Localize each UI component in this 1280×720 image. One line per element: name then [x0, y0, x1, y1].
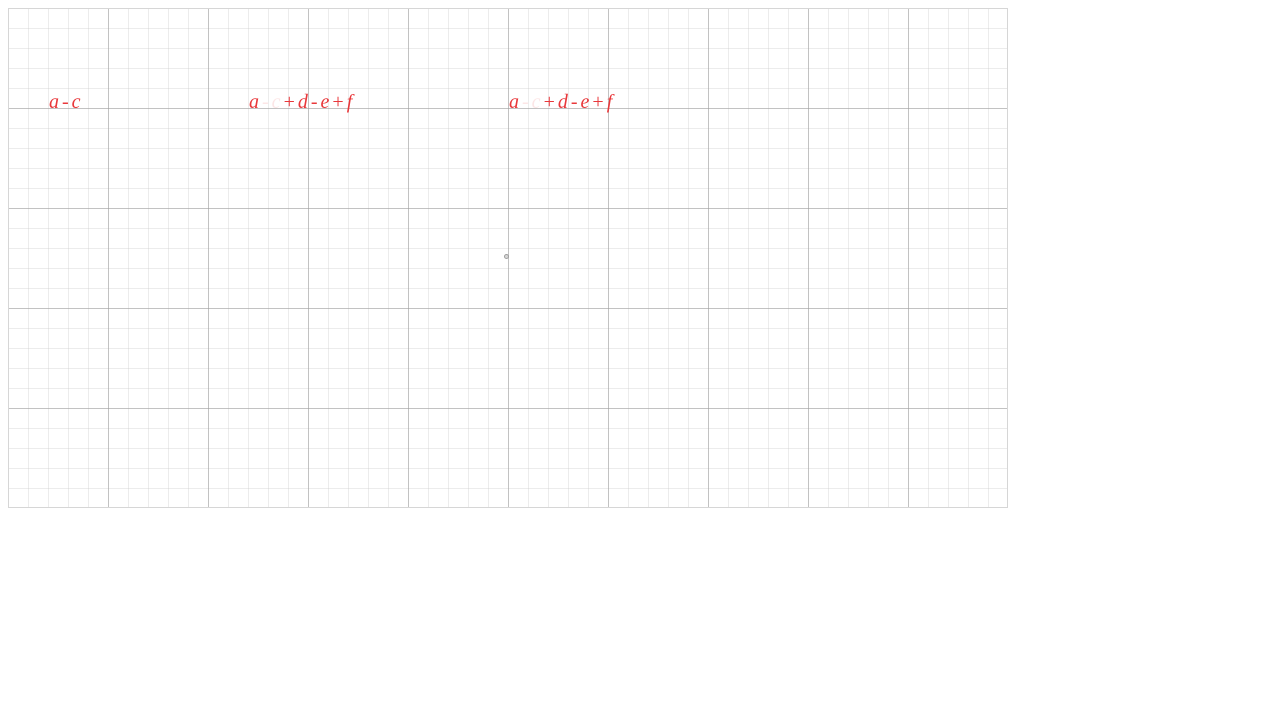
expression-operator: -: [522, 91, 529, 113]
expression-2[interactable]: a - c + d - e + f: [249, 90, 352, 114]
expression-variable: c: [71, 91, 81, 113]
center-point[interactable]: [504, 254, 509, 259]
expression-variable: c: [531, 91, 541, 113]
expression-operator: -: [310, 91, 318, 113]
expression-variable: a: [509, 91, 519, 113]
expression-operator: +: [592, 91, 604, 113]
expression-operator: -: [262, 91, 269, 113]
expression-variable: f: [346, 91, 353, 113]
grid-canvas[interactable]: a-c a - c + d - e + f a - c + d - e + f: [8, 8, 1008, 508]
expression-1[interactable]: a-c: [49, 90, 81, 114]
expression-variable: d: [297, 91, 308, 113]
expression-operator: -: [570, 91, 578, 113]
expression-operator: +: [543, 91, 555, 113]
expression-variable: d: [557, 91, 568, 113]
expression-3[interactable]: a - c + d - e + f: [509, 90, 612, 114]
expression-variable: a: [49, 91, 59, 113]
expression-variable: a: [249, 91, 259, 113]
expression-operator: -: [62, 91, 69, 113]
expression-operator: +: [283, 91, 295, 113]
expression-variable: f: [606, 91, 613, 113]
expression-operator: +: [332, 91, 344, 113]
expression-variable: c: [271, 91, 281, 113]
